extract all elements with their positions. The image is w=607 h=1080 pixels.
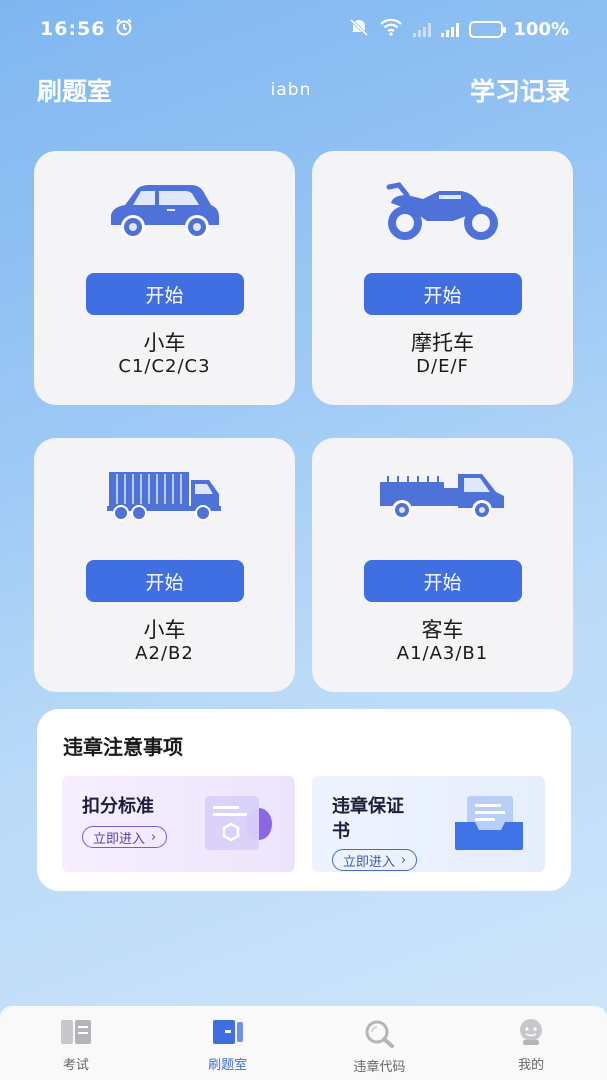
vehicle-card-motorcycle: 开始 摩托车 D/E/F bbox=[312, 151, 573, 405]
enter-button-penalty[interactable]: 立即进入 › bbox=[82, 826, 168, 848]
header-center-text: iabn bbox=[270, 80, 312, 100]
status-bar: 16:56 100% bbox=[0, 0, 607, 58]
penalty-points-card[interactable]: 扣分标准 立即进入 › bbox=[62, 776, 295, 872]
status-left: 16:56 bbox=[40, 18, 133, 41]
start-button-bus[interactable]: 开始 bbox=[363, 560, 522, 602]
notice-title: 违章注意事项 bbox=[63, 735, 183, 759]
enter-label: 立即进入 bbox=[343, 854, 396, 870]
enter-label: 立即进入 bbox=[93, 831, 146, 847]
header: 刷题室 iabn 学习记录 bbox=[0, 70, 607, 110]
notice-item-title-line2: 书 bbox=[332, 821, 350, 842]
tab-violation-code[interactable]: 违章代码 bbox=[319, 1006, 439, 1075]
car-icon bbox=[107, 181, 223, 247]
inbox-illustration-icon bbox=[451, 794, 525, 856]
signal-icon-5g bbox=[441, 21, 460, 37]
card-name: 摩托车 bbox=[411, 331, 474, 355]
status-time: 16:56 bbox=[40, 18, 106, 40]
card-license-classes: A1/A3/B1 bbox=[396, 643, 489, 664]
violation-guarantee-card[interactable]: 违章保证 书 立即进入 › bbox=[312, 776, 545, 872]
start-button-truck[interactable]: 开始 bbox=[85, 560, 244, 602]
start-button-car[interactable]: 开始 bbox=[85, 273, 244, 315]
tab-exam[interactable]: 考试 bbox=[16, 1006, 136, 1073]
card-license-classes: C1/C2/C3 bbox=[118, 356, 211, 377]
document-illustration-icon bbox=[201, 794, 275, 856]
exam-icon bbox=[59, 1018, 93, 1050]
tab-practice[interactable]: 刷题室 bbox=[168, 1006, 288, 1073]
signal-icon-sim1 bbox=[413, 21, 432, 37]
card-name: 小车 bbox=[143, 618, 186, 642]
page-title: 刷题室 bbox=[37, 77, 113, 106]
bottom-tab-bar: 考试 刷题室 违章代码 我的 bbox=[0, 1006, 607, 1080]
chevron-right-icon: › bbox=[401, 852, 407, 868]
tab-label: 我的 bbox=[518, 1058, 545, 1073]
vehicle-card-car: 开始 小车 C1/C2/C3 bbox=[34, 151, 295, 405]
card-name: 客车 bbox=[421, 618, 464, 642]
truck-icon bbox=[106, 468, 223, 528]
search-icon bbox=[362, 1018, 396, 1052]
notice-item-title: 违章保证 书 bbox=[332, 794, 404, 844]
vehicle-card-bus: 开始 客车 A1/A3/B1 bbox=[312, 438, 573, 692]
violation-notice-panel: 违章注意事项 扣分标准 立即进入 › 违章保证 书 立即进入 › bbox=[37, 709, 571, 891]
battery-percent: 100% bbox=[513, 18, 569, 40]
mute-icon bbox=[349, 18, 369, 41]
status-right: 100% bbox=[349, 18, 569, 41]
card-name: 小车 bbox=[143, 331, 186, 355]
wifi-icon bbox=[379, 18, 403, 41]
card-license-classes: A2/B2 bbox=[135, 643, 194, 664]
notice-item-title-line1: 违章保证 bbox=[332, 796, 404, 817]
battery-icon bbox=[469, 20, 507, 38]
enter-button-guarantee[interactable]: 立即进入 › bbox=[332, 849, 418, 871]
pickup-truck-icon bbox=[378, 468, 508, 528]
profile-icon bbox=[514, 1018, 548, 1050]
practice-icon bbox=[211, 1018, 245, 1050]
alarm-icon bbox=[115, 18, 133, 41]
study-record-link[interactable]: 学习记录 bbox=[470, 72, 570, 108]
tab-label: 刷题室 bbox=[208, 1058, 248, 1073]
chevron-right-icon: › bbox=[151, 829, 157, 845]
notice-item-title: 扣分标准 bbox=[82, 796, 154, 817]
motorcycle-icon bbox=[383, 181, 503, 247]
tab-label: 考试 bbox=[62, 1058, 89, 1073]
vehicle-card-truck: 开始 小车 A2/B2 bbox=[34, 438, 295, 692]
tab-profile[interactable]: 我的 bbox=[471, 1006, 591, 1073]
tab-label: 违章代码 bbox=[353, 1060, 406, 1075]
start-button-motorcycle[interactable]: 开始 bbox=[363, 273, 522, 315]
card-license-classes: D/E/F bbox=[416, 356, 469, 377]
